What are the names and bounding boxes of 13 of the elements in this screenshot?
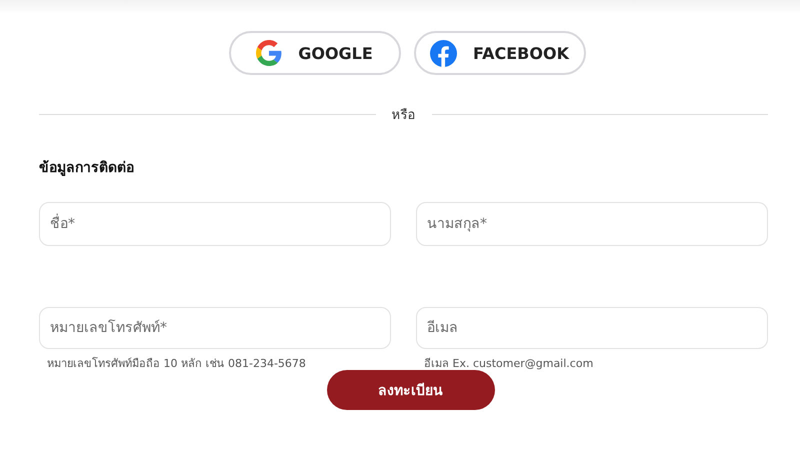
register-button[interactable]: ลงทะเบียน	[326, 370, 494, 410]
social-login-button[interactable]: GOOGLE	[228, 31, 400, 75]
input-field[interactable]: อีเมล	[416, 307, 768, 349]
social-login-button[interactable]: FACEBOOK	[414, 31, 586, 75]
field-hint: หมายเลขโทรศัพท์มือถือ 10 หลัก เช่น 081-234-5678	[46, 356, 307, 372]
input-field[interactable]: หมายเลขโทรศัพท์*	[39, 307, 391, 349]
input-field[interactable]: ชื่อ*	[39, 202, 391, 246]
section-title: ข้อมูลการติดต่อ	[39, 159, 135, 178]
field-hint: อีเมล Ex. customer@gmail.com	[423, 356, 594, 372]
google-icon	[256, 40, 282, 66]
facebook-icon	[430, 40, 458, 66]
divider-text: หรือ	[392, 107, 416, 125]
input-field[interactable]: นามสกุล*	[416, 202, 768, 246]
